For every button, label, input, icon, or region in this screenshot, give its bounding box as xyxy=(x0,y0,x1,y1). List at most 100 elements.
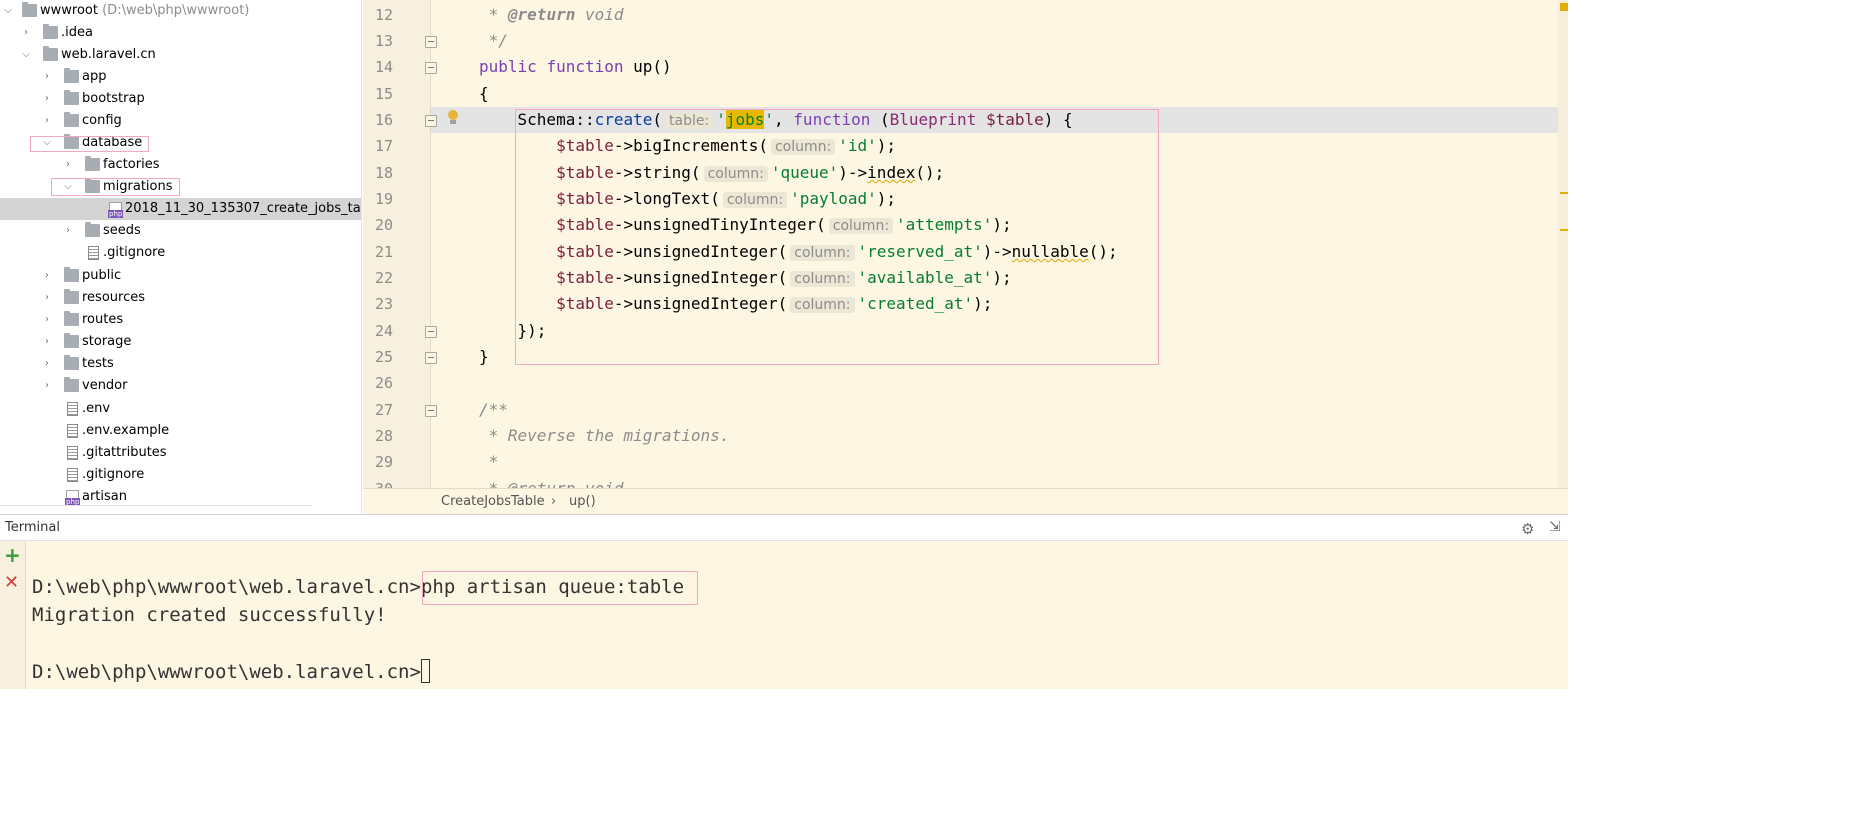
chevron-right-icon[interactable]: › xyxy=(41,110,53,132)
line-number: 15 xyxy=(374,85,393,103)
line-number: 19 xyxy=(374,190,393,208)
tree-item-label: seeds xyxy=(103,223,141,238)
code-line-25: } xyxy=(479,347,489,366)
tree-item-web-laravel-cn[interactable]: ⌵ web.laravel.cn xyxy=(0,44,361,66)
line-gutter: 12 13 14 15 16 17 18 19 20 21 22 23 24 2… xyxy=(363,0,431,488)
chevron-right-icon[interactable]: › xyxy=(62,220,74,242)
inspection-status-icon[interactable] xyxy=(1560,3,1568,11)
tree-item-label: resources xyxy=(82,290,146,305)
tree-item-label: app xyxy=(82,69,107,84)
folder-icon xyxy=(85,222,100,237)
close-session-icon[interactable]: ✕ xyxy=(4,572,19,593)
tree-item-migration-file[interactable]: 2018_11_30_135307_create_jobs_table xyxy=(0,198,361,220)
tree-item-tests[interactable]: › tests xyxy=(0,353,361,375)
text-file-icon xyxy=(88,246,99,260)
tree-item-env[interactable]: .env xyxy=(0,398,361,420)
chevron-right-icon[interactable]: › xyxy=(41,309,53,331)
chevron-right-icon[interactable]: › xyxy=(41,88,53,110)
folder-icon xyxy=(43,46,58,61)
chevron-down-icon[interactable]: ⌵ xyxy=(20,44,32,66)
tree-item-path: (D:\web\php\wwwroot) xyxy=(102,3,250,18)
folder-icon xyxy=(64,333,79,348)
tree-item-wwwroot[interactable]: ⌵ wwwroot (D:\web\php\wwwroot) xyxy=(0,0,361,22)
gear-icon[interactable]: ⚙ xyxy=(1521,520,1534,538)
code-line-12: * @return void xyxy=(479,5,624,24)
line-number: 22 xyxy=(374,269,393,287)
tree-item-label: .gitattributes xyxy=(82,445,167,460)
chevron-right-icon[interactable]: › xyxy=(20,22,32,44)
chevron-right-icon[interactable]: › xyxy=(62,154,74,176)
tree-item-label: public xyxy=(82,268,122,283)
line-number: 23 xyxy=(374,295,393,313)
code-editor[interactable]: 12 13 14 15 16 17 18 19 20 21 22 23 24 2… xyxy=(363,0,1568,488)
project-tree: ⌵ wwwroot (D:\web\php\wwwroot) › .idea ⌵… xyxy=(0,0,362,513)
tree-item-database-gitignore[interactable]: .gitignore xyxy=(0,242,361,264)
fold-marker-icon[interactable] xyxy=(425,115,437,127)
folder-icon xyxy=(43,24,58,39)
tree-item-root-gitignore[interactable]: .gitignore xyxy=(0,464,361,486)
tree-item-seeds[interactable]: › seeds xyxy=(0,220,361,242)
terminal-prompt: D:\web\php\wwwroot\web.laravel.cn> xyxy=(32,576,421,598)
line-number: 25 xyxy=(374,348,393,366)
chevron-right-icon[interactable]: › xyxy=(41,353,53,375)
line-number: 16 xyxy=(374,111,393,129)
code-line-13: */ xyxy=(479,31,508,50)
tree-item-factories[interactable]: › factories xyxy=(0,154,361,176)
tree-item-env-example[interactable]: .env.example xyxy=(0,420,361,442)
fold-marker-icon[interactable] xyxy=(425,62,437,74)
tree-item-resources[interactable]: › resources xyxy=(0,287,361,309)
code-line-30: * @return void xyxy=(479,476,624,488)
terminal-output-line: Migration created successfully! xyxy=(32,604,387,626)
add-session-icon[interactable]: + xyxy=(4,543,21,567)
fold-marker-icon[interactable] xyxy=(425,36,437,48)
hide-panel-icon[interactable]: ⇲ xyxy=(1549,519,1561,535)
tree-item-gitattributes[interactable]: .gitattributes xyxy=(0,442,361,464)
tree-item-bootstrap[interactable]: › bootstrap xyxy=(0,88,361,110)
line-number: 13 xyxy=(374,32,393,50)
line-number: 28 xyxy=(374,427,393,445)
database-highlight-box xyxy=(30,136,149,152)
tree-item-label: .env xyxy=(82,401,111,416)
tree-item-label: .idea xyxy=(61,25,93,40)
tree-item-app[interactable]: › app xyxy=(0,66,361,88)
scroll-warning-mark[interactable] xyxy=(1560,192,1568,194)
chevron-right-icon[interactable]: › xyxy=(41,287,53,309)
terminal-cursor xyxy=(420,659,430,683)
breadcrumb-class[interactable]: CreateJobsTable xyxy=(441,494,545,509)
terminal-output[interactable]: D:\web\php\wwwroot\web.laravel.cn>php ar… xyxy=(26,541,1568,689)
fold-marker-icon[interactable] xyxy=(425,352,437,364)
code-line-29: * xyxy=(479,452,499,471)
line-number: 27 xyxy=(374,401,393,419)
line-number: 14 xyxy=(374,58,393,76)
tree-item-idea[interactable]: › .idea xyxy=(0,22,361,44)
code-line-28: * Reverse the migrations. xyxy=(479,426,730,445)
code-line-14: public function up() xyxy=(479,57,672,76)
breadcrumb: CreateJobsTable › up() xyxy=(363,488,1568,514)
line-number: 20 xyxy=(374,216,393,234)
chevron-right-icon[interactable]: › xyxy=(41,375,53,397)
tree-item-storage[interactable]: › storage xyxy=(0,331,361,353)
breadcrumb-method[interactable]: up() xyxy=(569,494,596,509)
tree-item-config[interactable]: › config xyxy=(0,110,361,132)
terminal-input-line[interactable]: D:\web\php\wwwroot\web.laravel.cn> xyxy=(32,658,430,686)
text-file-icon xyxy=(67,402,78,416)
tree-item-public[interactable]: › public xyxy=(0,265,361,287)
editor-scrollbar[interactable] xyxy=(1558,0,1568,488)
tree-item-vendor[interactable]: › vendor xyxy=(0,375,361,397)
scroll-warning-mark[interactable] xyxy=(1560,229,1568,231)
line-number: 21 xyxy=(374,243,393,261)
chevron-down-icon[interactable]: ⌵ xyxy=(2,0,14,22)
tree-item-label: config xyxy=(82,113,122,128)
command-highlight-box xyxy=(422,571,698,605)
chevron-right-icon[interactable]: › xyxy=(41,265,53,287)
tree-item-routes[interactable]: › routes xyxy=(0,309,361,331)
fold-marker-icon[interactable] xyxy=(425,326,437,338)
code-highlight-box xyxy=(515,109,1159,365)
tree-item-label: .gitignore xyxy=(82,467,145,482)
chevron-right-icon[interactable]: › xyxy=(41,331,53,353)
chevron-right-icon[interactable]: › xyxy=(41,66,53,88)
text-file-icon xyxy=(67,446,78,460)
fold-marker-icon[interactable] xyxy=(425,405,437,417)
lightbulb-icon[interactable] xyxy=(446,109,460,127)
line-number: 18 xyxy=(374,164,393,182)
